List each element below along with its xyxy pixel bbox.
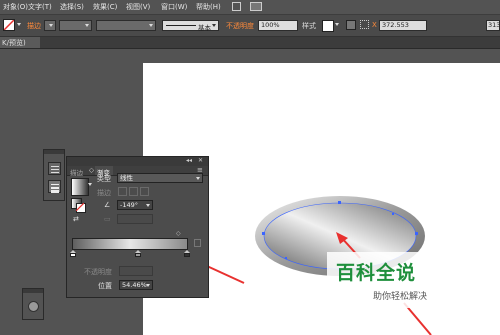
watermark-subtitle: 助你轻松解决	[373, 292, 428, 302]
reverse-gradient-icon[interactable]: ⇄	[73, 215, 79, 223]
location-value: 54.46%	[122, 281, 147, 289]
gradient-thumbnail[interactable]	[71, 178, 89, 196]
stroke-row-label: 描边	[97, 189, 111, 197]
none-slash-icon	[76, 203, 84, 211]
collapse-icon[interactable]: ◂◂	[186, 157, 192, 164]
docked-panel-small	[22, 288, 44, 320]
angle-field[interactable]: -149°	[117, 200, 153, 210]
gradient-panel-titlebar[interactable]: ◂◂ ✕	[67, 157, 208, 166]
gradient-type-dropdown[interactable]: 线性	[117, 173, 203, 183]
angle-value: -149°	[120, 201, 139, 209]
close-panel-icon[interactable]: ✕	[198, 157, 203, 164]
panel-strip-header[interactable]	[44, 150, 64, 154]
stroke-panel-icon[interactable]	[48, 180, 61, 193]
gradient-slider[interactable]	[72, 238, 188, 250]
stroke-across-icon[interactable]	[140, 187, 149, 196]
stroke-within-icon[interactable]	[118, 187, 127, 196]
aspect-ratio-field[interactable]	[117, 214, 153, 224]
panel-small-header[interactable]	[23, 289, 43, 293]
stroke-along-icon[interactable]	[129, 187, 138, 196]
stop-opacity-field[interactable]	[119, 266, 153, 276]
gradient-type-value: 线性	[120, 174, 133, 182]
delete-stop-icon[interactable]	[194, 239, 201, 247]
tab-separator-icon: ◇	[89, 166, 94, 174]
menu-lines-icon[interactable]	[48, 162, 61, 175]
thumbnail-dropdown-icon[interactable]	[88, 183, 92, 186]
midpoint-diamond-icon[interactable]: ◇	[176, 230, 181, 237]
gradient-stop-2[interactable]	[135, 250, 141, 257]
location-label: 位置	[98, 282, 112, 290]
gradient-panel: ◂◂ ✕ 描边 ◇ 渐变 ≡ ⇄ 类型 线性 描边 ∠ -149° ▭ ◇ 不透…	[66, 156, 209, 298]
type-label: 类型	[97, 175, 111, 183]
angle-icon: ∠	[104, 201, 111, 209]
color-guide-icon[interactable]	[28, 301, 39, 312]
aspect-ratio-icon: ▭	[104, 215, 111, 223]
tab-stroke[interactable]: 描边	[70, 167, 83, 177]
gradient-stop-1[interactable]	[70, 250, 76, 257]
opacity-row-label: 不透明度	[84, 268, 112, 276]
stroke-none-swatch[interactable]	[76, 203, 86, 213]
location-field[interactable]: 54.46%	[119, 280, 153, 290]
gradient-stop-3[interactable]	[184, 250, 190, 257]
docked-panel-strip	[43, 149, 65, 201]
watermark-title: 百科全说	[336, 262, 417, 284]
